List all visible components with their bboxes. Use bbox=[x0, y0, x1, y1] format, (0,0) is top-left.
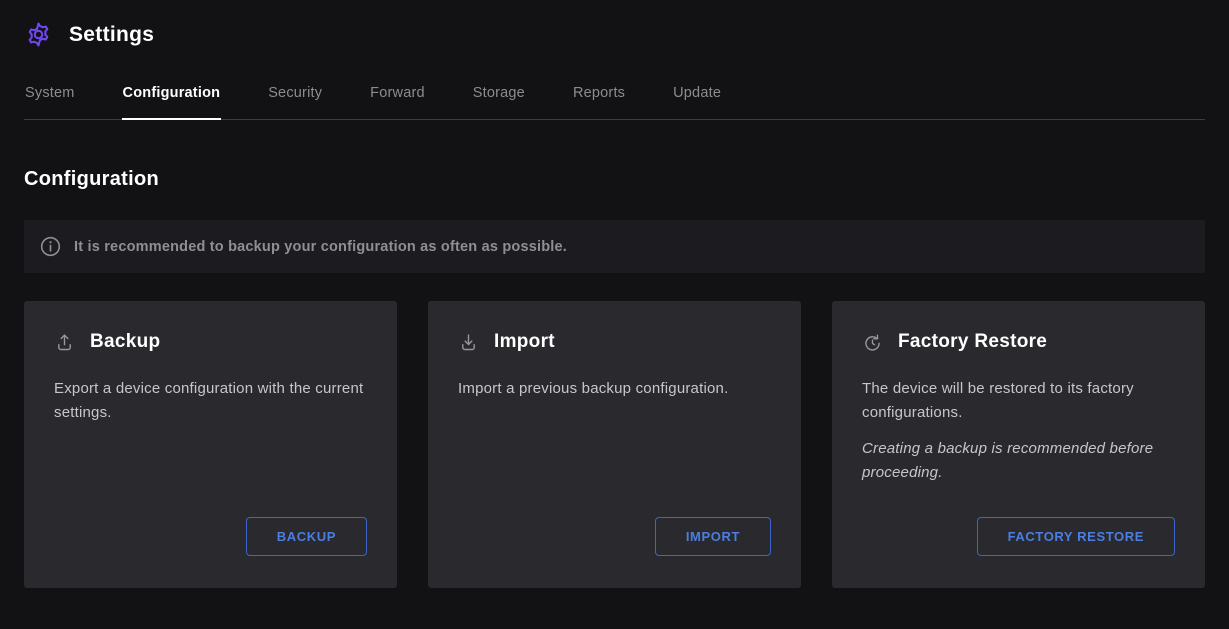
info-banner-text: It is recommended to backup your configu… bbox=[74, 239, 567, 255]
tab-security[interactable]: Security bbox=[267, 81, 323, 119]
backup-card: Backup Export a device configuration wit… bbox=[24, 301, 397, 588]
tab-reports[interactable]: Reports bbox=[572, 81, 626, 119]
factory-restore-card: Factory Restore The device will be resto… bbox=[832, 301, 1205, 588]
tab-system[interactable]: System bbox=[24, 81, 76, 119]
factory-restore-button[interactable]: FACTORY RESTORE bbox=[977, 517, 1175, 556]
import-button[interactable]: IMPORT bbox=[655, 517, 771, 556]
factory-restore-card-description: The device will be restored to its facto… bbox=[862, 377, 1175, 425]
configuration-cards: Backup Export a device configuration wit… bbox=[24, 301, 1205, 588]
backup-upload-icon bbox=[54, 332, 75, 353]
import-card-title: Import bbox=[494, 331, 555, 353]
backup-card-description: Export a device configuration with the c… bbox=[54, 377, 367, 425]
backup-button[interactable]: BACKUP bbox=[246, 517, 367, 556]
info-banner: It is recommended to backup your configu… bbox=[24, 220, 1205, 273]
tab-update[interactable]: Update bbox=[672, 81, 722, 119]
page-title: Configuration bbox=[24, 168, 1205, 191]
factory-restore-icon bbox=[862, 332, 883, 353]
backup-card-title: Backup bbox=[90, 331, 160, 353]
import-card-description: Import a previous backup configuration. bbox=[458, 377, 771, 401]
import-card: Import Import a previous backup configur… bbox=[428, 301, 801, 588]
factory-restore-card-note: Creating a backup is recommended before … bbox=[862, 437, 1175, 485]
settings-tabbar: System Configuration Security Forward St… bbox=[24, 81, 1205, 120]
app-title: Settings bbox=[69, 23, 154, 47]
factory-restore-card-title: Factory Restore bbox=[898, 331, 1047, 353]
tab-forward[interactable]: Forward bbox=[369, 81, 426, 119]
settings-gear-icon bbox=[24, 20, 53, 49]
tab-configuration[interactable]: Configuration bbox=[122, 81, 222, 120]
tab-storage[interactable]: Storage bbox=[472, 81, 526, 119]
import-download-icon bbox=[458, 332, 479, 353]
app-header: Settings bbox=[0, 0, 1229, 67]
info-circle-icon bbox=[40, 236, 61, 257]
